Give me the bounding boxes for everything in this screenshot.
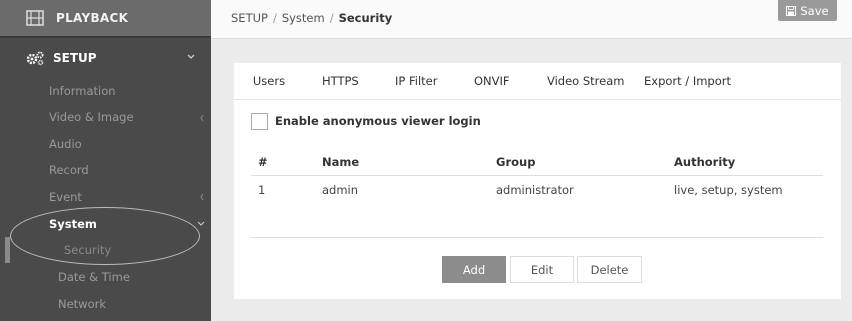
anonymous-login-label: Enable anonymous viewer login — [275, 114, 481, 128]
column-header-name: Name — [322, 155, 360, 169]
playback-label: PLAYBACK — [56, 11, 129, 25]
tab-ip-filter[interactable]: IP Filter — [395, 63, 437, 99]
playback-menu[interactable]: PLAYBACK — [0, 0, 211, 38]
cell-authority: live, setup, system — [674, 183, 783, 197]
top-bar: SETUP / System / Security Save — [211, 0, 852, 39]
sidebar-item-video-image[interactable]: Video & Image — [49, 108, 199, 126]
sidebar-item-network[interactable]: Network — [58, 295, 208, 313]
tab-export-import[interactable]: Export / Import — [644, 63, 731, 99]
cell-index: 1 — [258, 183, 266, 197]
column-header-authority: Authority — [674, 155, 736, 169]
save-label: Save — [800, 3, 829, 18]
sidebar-item-audio[interactable]: Audio — [49, 135, 199, 153]
column-header-index: # — [258, 155, 268, 169]
chevron-down-icon — [187, 54, 195, 59]
tabs-divider — [234, 99, 841, 100]
setup-label: SETUP — [53, 51, 97, 65]
sidebar-item-information[interactable]: Information — [49, 82, 199, 100]
film-icon — [26, 10, 44, 26]
breadcrumb-system[interactable]: System — [282, 11, 325, 25]
column-header-group: Group — [496, 155, 536, 169]
cell-name: admin — [322, 183, 359, 197]
gears-icon — [26, 51, 44, 66]
breadcrumb: SETUP / System / Security — [231, 11, 392, 25]
anonymous-login-checkbox[interactable] — [251, 113, 268, 130]
breadcrumb-security: Security — [338, 11, 393, 25]
sidebar-item-record[interactable]: Record — [49, 161, 199, 179]
chevron-left-icon — [200, 114, 204, 122]
sidebar-item-date-time[interactable]: Date & Time — [58, 268, 208, 286]
save-button[interactable]: Save — [778, 0, 837, 21]
security-panel: Users HTTPS IP Filter ONVIF Video Stream… — [234, 63, 841, 299]
chevron-left-icon — [200, 193, 204, 201]
highlight-circle — [10, 207, 200, 265]
breadcrumb-separator: / — [272, 11, 277, 25]
cell-group: administrator — [496, 183, 574, 197]
tab-video-stream[interactable]: Video Stream — [547, 63, 625, 99]
selection-indicator — [5, 237, 10, 263]
tab-users[interactable]: Users — [244, 63, 294, 99]
sidebar: PLAYBACK SETUP Information Video & Image… — [0, 0, 211, 321]
chevron-down-icon — [197, 221, 205, 226]
delete-user-button[interactable]: Delete — [577, 256, 642, 283]
add-user-button[interactable]: Add — [442, 256, 506, 283]
table-header-divider — [251, 175, 823, 176]
floppy-icon — [786, 5, 797, 16]
tab-https[interactable]: HTTPS — [322, 63, 359, 99]
tab-onvif[interactable]: ONVIF — [474, 63, 510, 99]
setup-menu[interactable]: SETUP — [0, 44, 211, 72]
sidebar-item-event[interactable]: Event — [49, 188, 199, 206]
table-bottom-divider — [251, 237, 823, 238]
edit-user-button[interactable]: Edit — [510, 256, 574, 283]
breadcrumb-separator: / — [329, 11, 334, 25]
breadcrumb-setup[interactable]: SETUP — [231, 11, 268, 25]
